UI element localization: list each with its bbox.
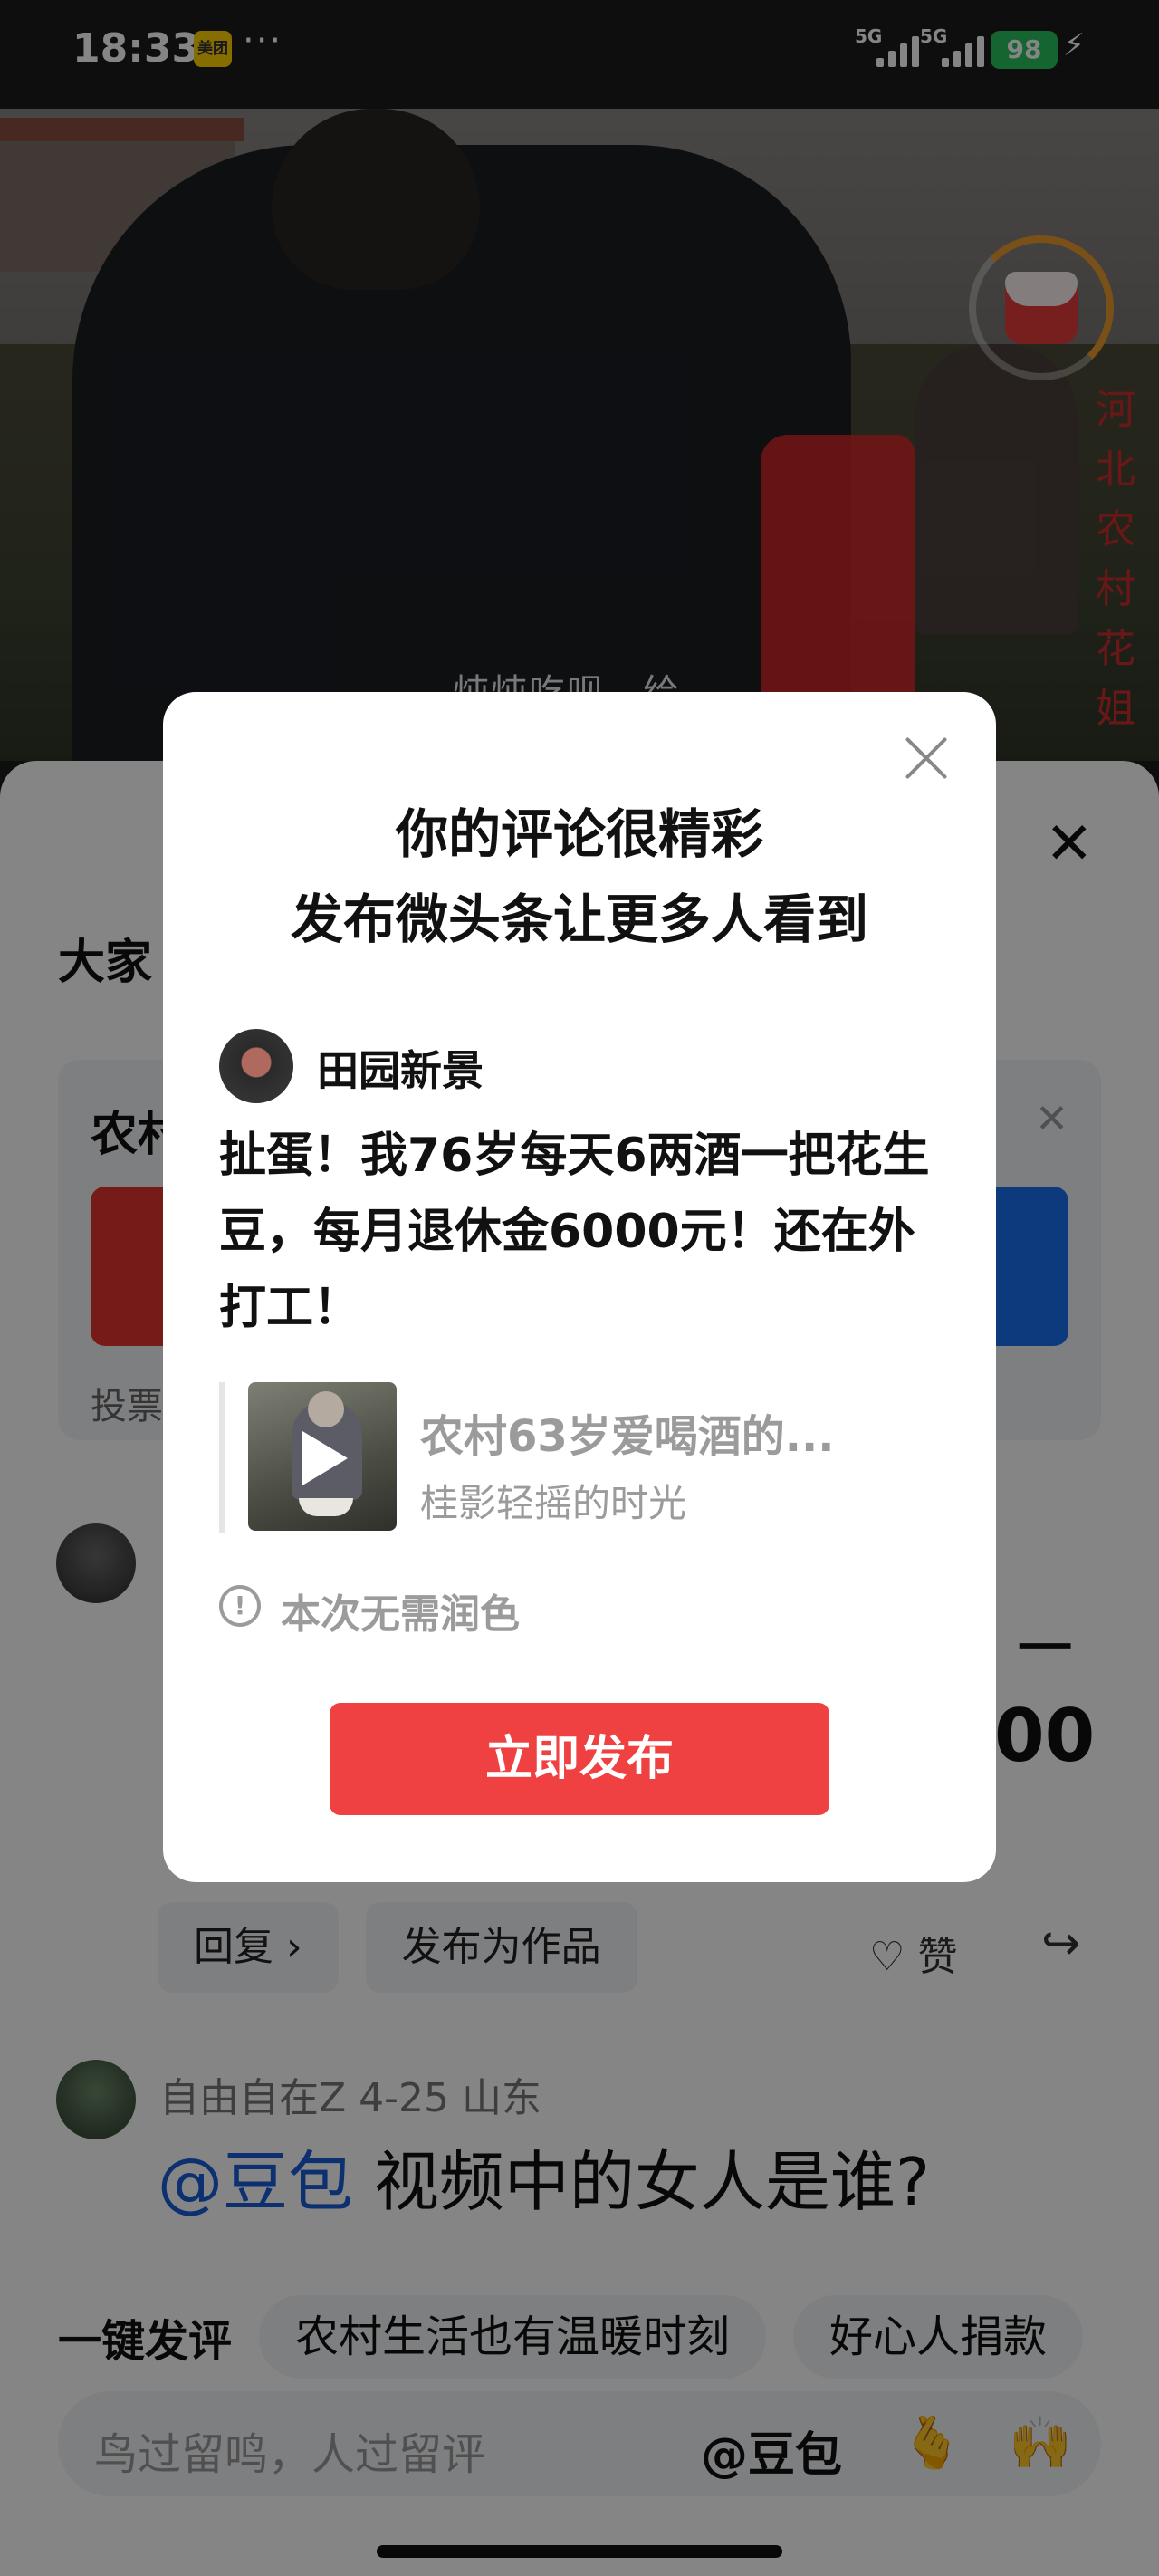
username: 田园新景 — [317, 1046, 484, 1095]
polish-note-text: 本次无需润色 — [281, 1591, 520, 1638]
play-icon — [302, 1431, 348, 1485]
avatar — [219, 1029, 293, 1103]
dialog-title-line-1: 你的评论很精彩 — [395, 803, 763, 865]
quote-bar — [219, 1382, 225, 1533]
publish-now-button[interactable]: 立即发布 — [330, 1703, 829, 1815]
close-icon[interactable] — [904, 735, 949, 781]
publish-dialog: 你的评论很精彩 发布微头条让更多人看到 田园新景 扯蛋！我76岁每天6两酒一把花… — [163, 692, 996, 1882]
comment-preview-text: 扯蛋！我76岁每天6两酒一把花生豆，每月退休金6000元！还在外打工！ — [219, 1129, 930, 1335]
video-thumbnail — [248, 1382, 397, 1531]
info-icon: ! — [219, 1585, 261, 1627]
referenced-video-title: 农村63岁爱喝酒的... — [420, 1411, 835, 1462]
dialog-title-line-2: 发布微头条让更多人看到 — [290, 889, 868, 950]
referenced-video-author: 桂影轻摇的时光 — [420, 1481, 687, 1525]
referenced-video-card: 农村63岁爱喝酒的... 桂影轻摇的时光 — [219, 1382, 943, 1533]
